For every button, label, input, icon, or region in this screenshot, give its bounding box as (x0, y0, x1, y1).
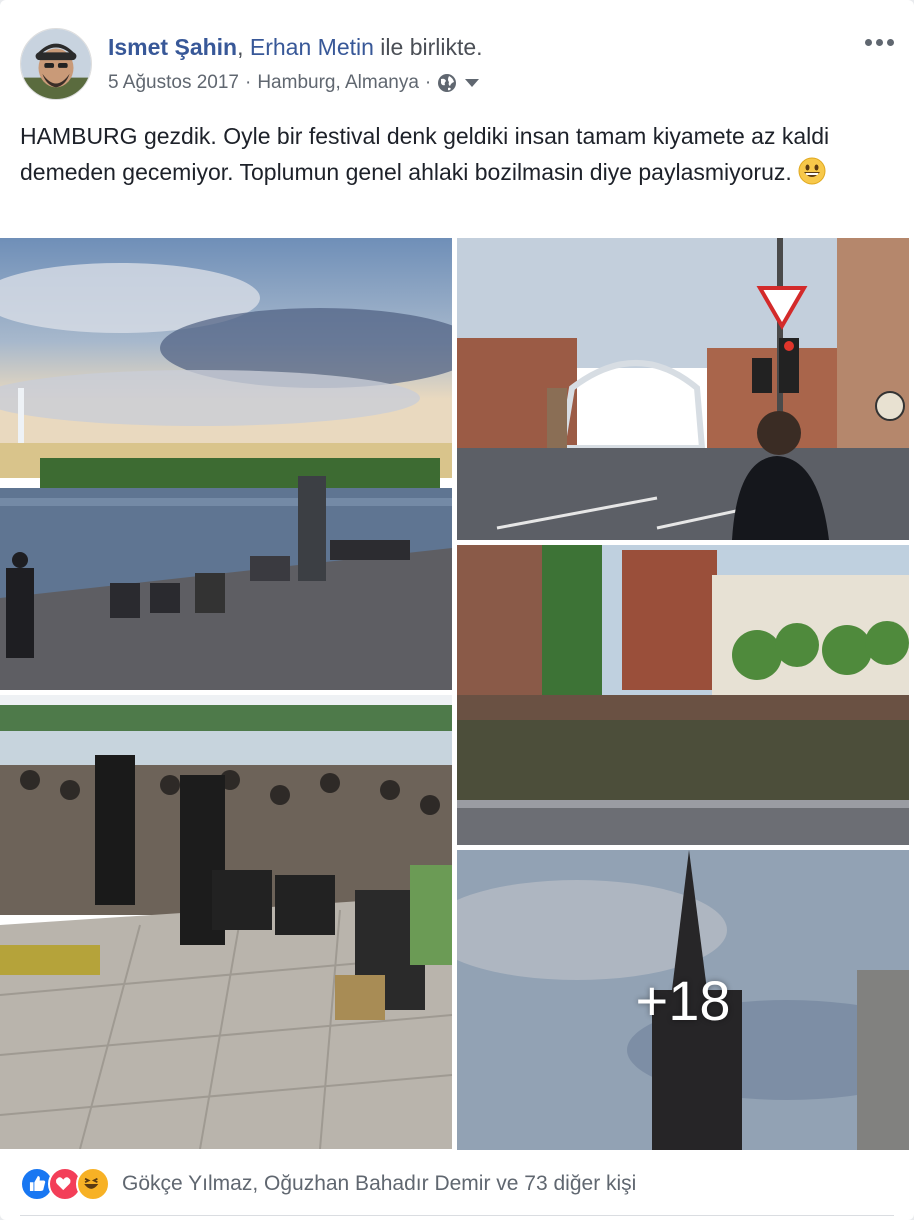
author-line: Ismet Şahin, Erhan Metin ile birlikte. (108, 34, 483, 61)
meta-dot: · (424, 72, 432, 93)
chevron-down-icon[interactable] (465, 79, 480, 87)
globe-icon[interactable] (437, 73, 457, 93)
more-options-button[interactable] (862, 34, 894, 50)
photo-church-tower[interactable]: +18 (457, 850, 909, 1150)
with-text: ile birlikte. (380, 34, 483, 60)
post-meta: 5 Ağustos 2017 · Hamburg, Almanya · (108, 72, 480, 94)
post-card: Ismet Şahin, Erhan Metin ile birlikte. 5… (0, 0, 914, 1220)
reactions-bar[interactable]: Gökçe Yılmaz, Oğuzhan Bahadır Demir ve 7… (20, 1164, 636, 1204)
tagged-friend-link[interactable]: Erhan Metin (250, 34, 374, 60)
author-name-link[interactable]: Ismet Şahin (108, 34, 237, 60)
post-text: HAMBURG gezdik. Oyle bir festival denk g… (20, 118, 890, 190)
reaction-icons (20, 1167, 110, 1201)
dot-icon (865, 38, 872, 46)
photo-canal[interactable] (457, 545, 909, 845)
author-separator: , (237, 34, 244, 60)
haha-icon (76, 1167, 110, 1201)
dot-icon (887, 38, 894, 46)
reactions-text[interactable]: Gökçe Yılmaz, Oğuzhan Bahadır Demir ve 7… (122, 1172, 636, 1196)
more-photos-count[interactable]: +18 (457, 850, 909, 1150)
photo-alster-lake[interactable] (0, 238, 452, 690)
post-date-link[interactable]: 5 Ağustos 2017 (108, 72, 239, 94)
divider (20, 1215, 894, 1216)
avatar[interactable] (20, 28, 92, 100)
location-link[interactable]: Hamburg, Almanya (257, 72, 419, 94)
post-body: HAMBURG gezdik. Oyle bir festival denk g… (20, 123, 830, 185)
post-header: Ismet Şahin, Erhan Metin ile birlikte. 5… (20, 28, 894, 104)
meta-dot: · (245, 72, 252, 93)
grinning-emoji-icon (798, 157, 826, 185)
photo-festival-crowd[interactable] (0, 695, 452, 1149)
dot-icon (876, 38, 883, 46)
photo-bridge-street[interactable] (457, 238, 909, 540)
